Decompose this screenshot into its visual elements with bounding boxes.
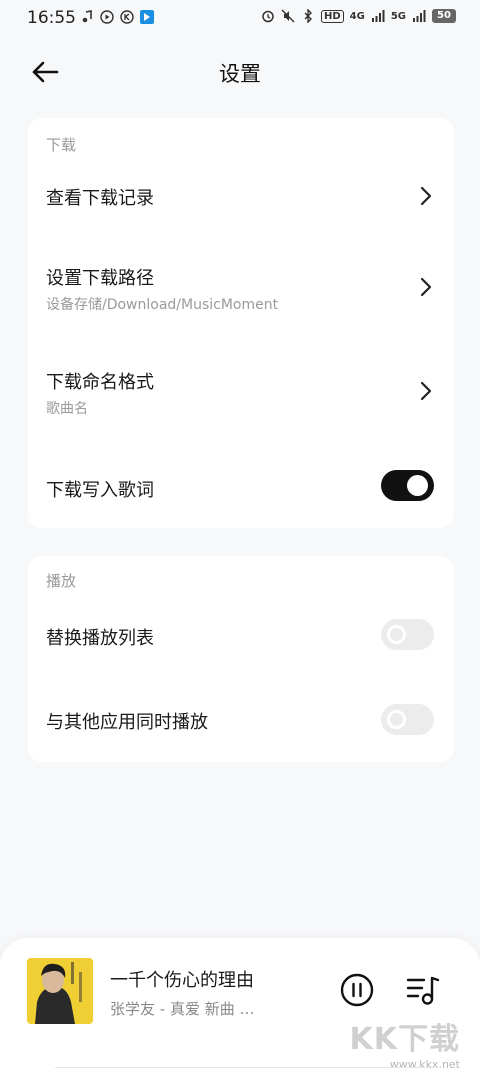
download-path-value: 设备存储/Download/MusicMoment — [46, 297, 279, 313]
signal-5g-icon: 5G — [390, 10, 406, 22]
chevron-right-icon — [420, 186, 432, 206]
k-circle-icon — [120, 10, 134, 24]
set-download-path-row[interactable]: 设置下载路径 设备存储/Download/MusicMoment — [28, 244, 454, 330]
download-naming-format-row[interactable]: 下载命名格式 歌曲名 — [28, 348, 454, 434]
view-download-history-row[interactable]: 查看下载记录 — [28, 164, 454, 226]
play-settings-card: 播放 替换播放列表 与其他应用同时播放 — [28, 556, 454, 762]
album-cover-image — [27, 958, 93, 1024]
play-with-others-label: 与其他应用同时播放 — [46, 712, 208, 733]
download-section-label: 下载 — [46, 136, 77, 154]
toggle-knob — [387, 710, 406, 729]
status-bar: 16:55 HD 4G 5G 50 — [0, 0, 480, 36]
toggle-knob — [387, 625, 406, 644]
page-title: 设置 — [219, 62, 261, 86]
replace-playlist-label: 替换播放列表 — [46, 628, 154, 649]
playlist-music-icon[interactable] — [406, 974, 440, 1006]
download-naming-format-value: 歌曲名 — [46, 401, 88, 417]
watermark-logo: KK下载 — [349, 1022, 460, 1057]
signal-bars-icon — [413, 10, 426, 22]
set-download-path-label: 设置下载路径 — [46, 268, 154, 289]
play-with-others-row: 与其他应用同时播放 — [28, 688, 454, 750]
watermark: KK下载 www.kkx.net — [350, 1014, 461, 1070]
signal-bars-icon — [371, 10, 385, 22]
replace-playlist-toggle[interactable] — [381, 619, 434, 650]
album-art[interactable] — [27, 958, 93, 1024]
watermark-url: www.kkx.net — [389, 1058, 460, 1070]
alarm-icon — [262, 10, 274, 23]
write-lyrics-row: 下载写入歌词 — [28, 454, 454, 514]
home-indicator — [55, 1067, 425, 1068]
battery-icon: 50 — [432, 9, 456, 23]
chevron-right-icon — [420, 277, 432, 297]
music-note-icon — [82, 10, 92, 23]
replace-playlist-row: 替换播放列表 — [28, 604, 454, 666]
mini-player[interactable]: 一千个伤心的理由 张学友 - 真爱 新曲 … KK下载 www.kkx.net — [0, 938, 480, 1070]
download-naming-format-label: 下载命名格式 — [46, 372, 154, 393]
write-lyrics-toggle[interactable] — [381, 470, 434, 501]
toggle-knob — [407, 475, 428, 496]
song-artist: 张学友 - 真爱 新曲 … — [110, 1000, 255, 1018]
signal-4g-icon: 4G — [349, 10, 365, 22]
hd-icon: HD — [320, 9, 344, 23]
status-time: 16:55 — [27, 8, 76, 28]
chevron-right-icon — [420, 381, 432, 401]
view-download-history-label: 查看下载记录 — [46, 188, 154, 209]
download-settings-card: 下载 查看下载记录 设置下载路径 设备存储/Download/MusicMome… — [28, 118, 454, 528]
mute-icon — [281, 9, 295, 23]
bluetooth-icon — [304, 9, 312, 23]
app-icon — [140, 10, 154, 24]
play-circle-icon — [100, 10, 114, 24]
settings-page: 16:55 HD 4G 5G 50 设置 下载 查看下载记录 设置下载路径 设备… — [0, 0, 480, 1070]
pause-circle-icon[interactable] — [340, 973, 374, 1007]
song-title: 一千个伤心的理由 — [110, 970, 254, 991]
status-right-icons: HD 4G 5G 50 — [261, 9, 456, 23]
play-with-others-toggle[interactable] — [381, 704, 434, 735]
status-left-icons — [80, 10, 154, 24]
write-lyrics-label: 下载写入歌词 — [46, 480, 154, 501]
play-section-label: 播放 — [46, 572, 77, 590]
